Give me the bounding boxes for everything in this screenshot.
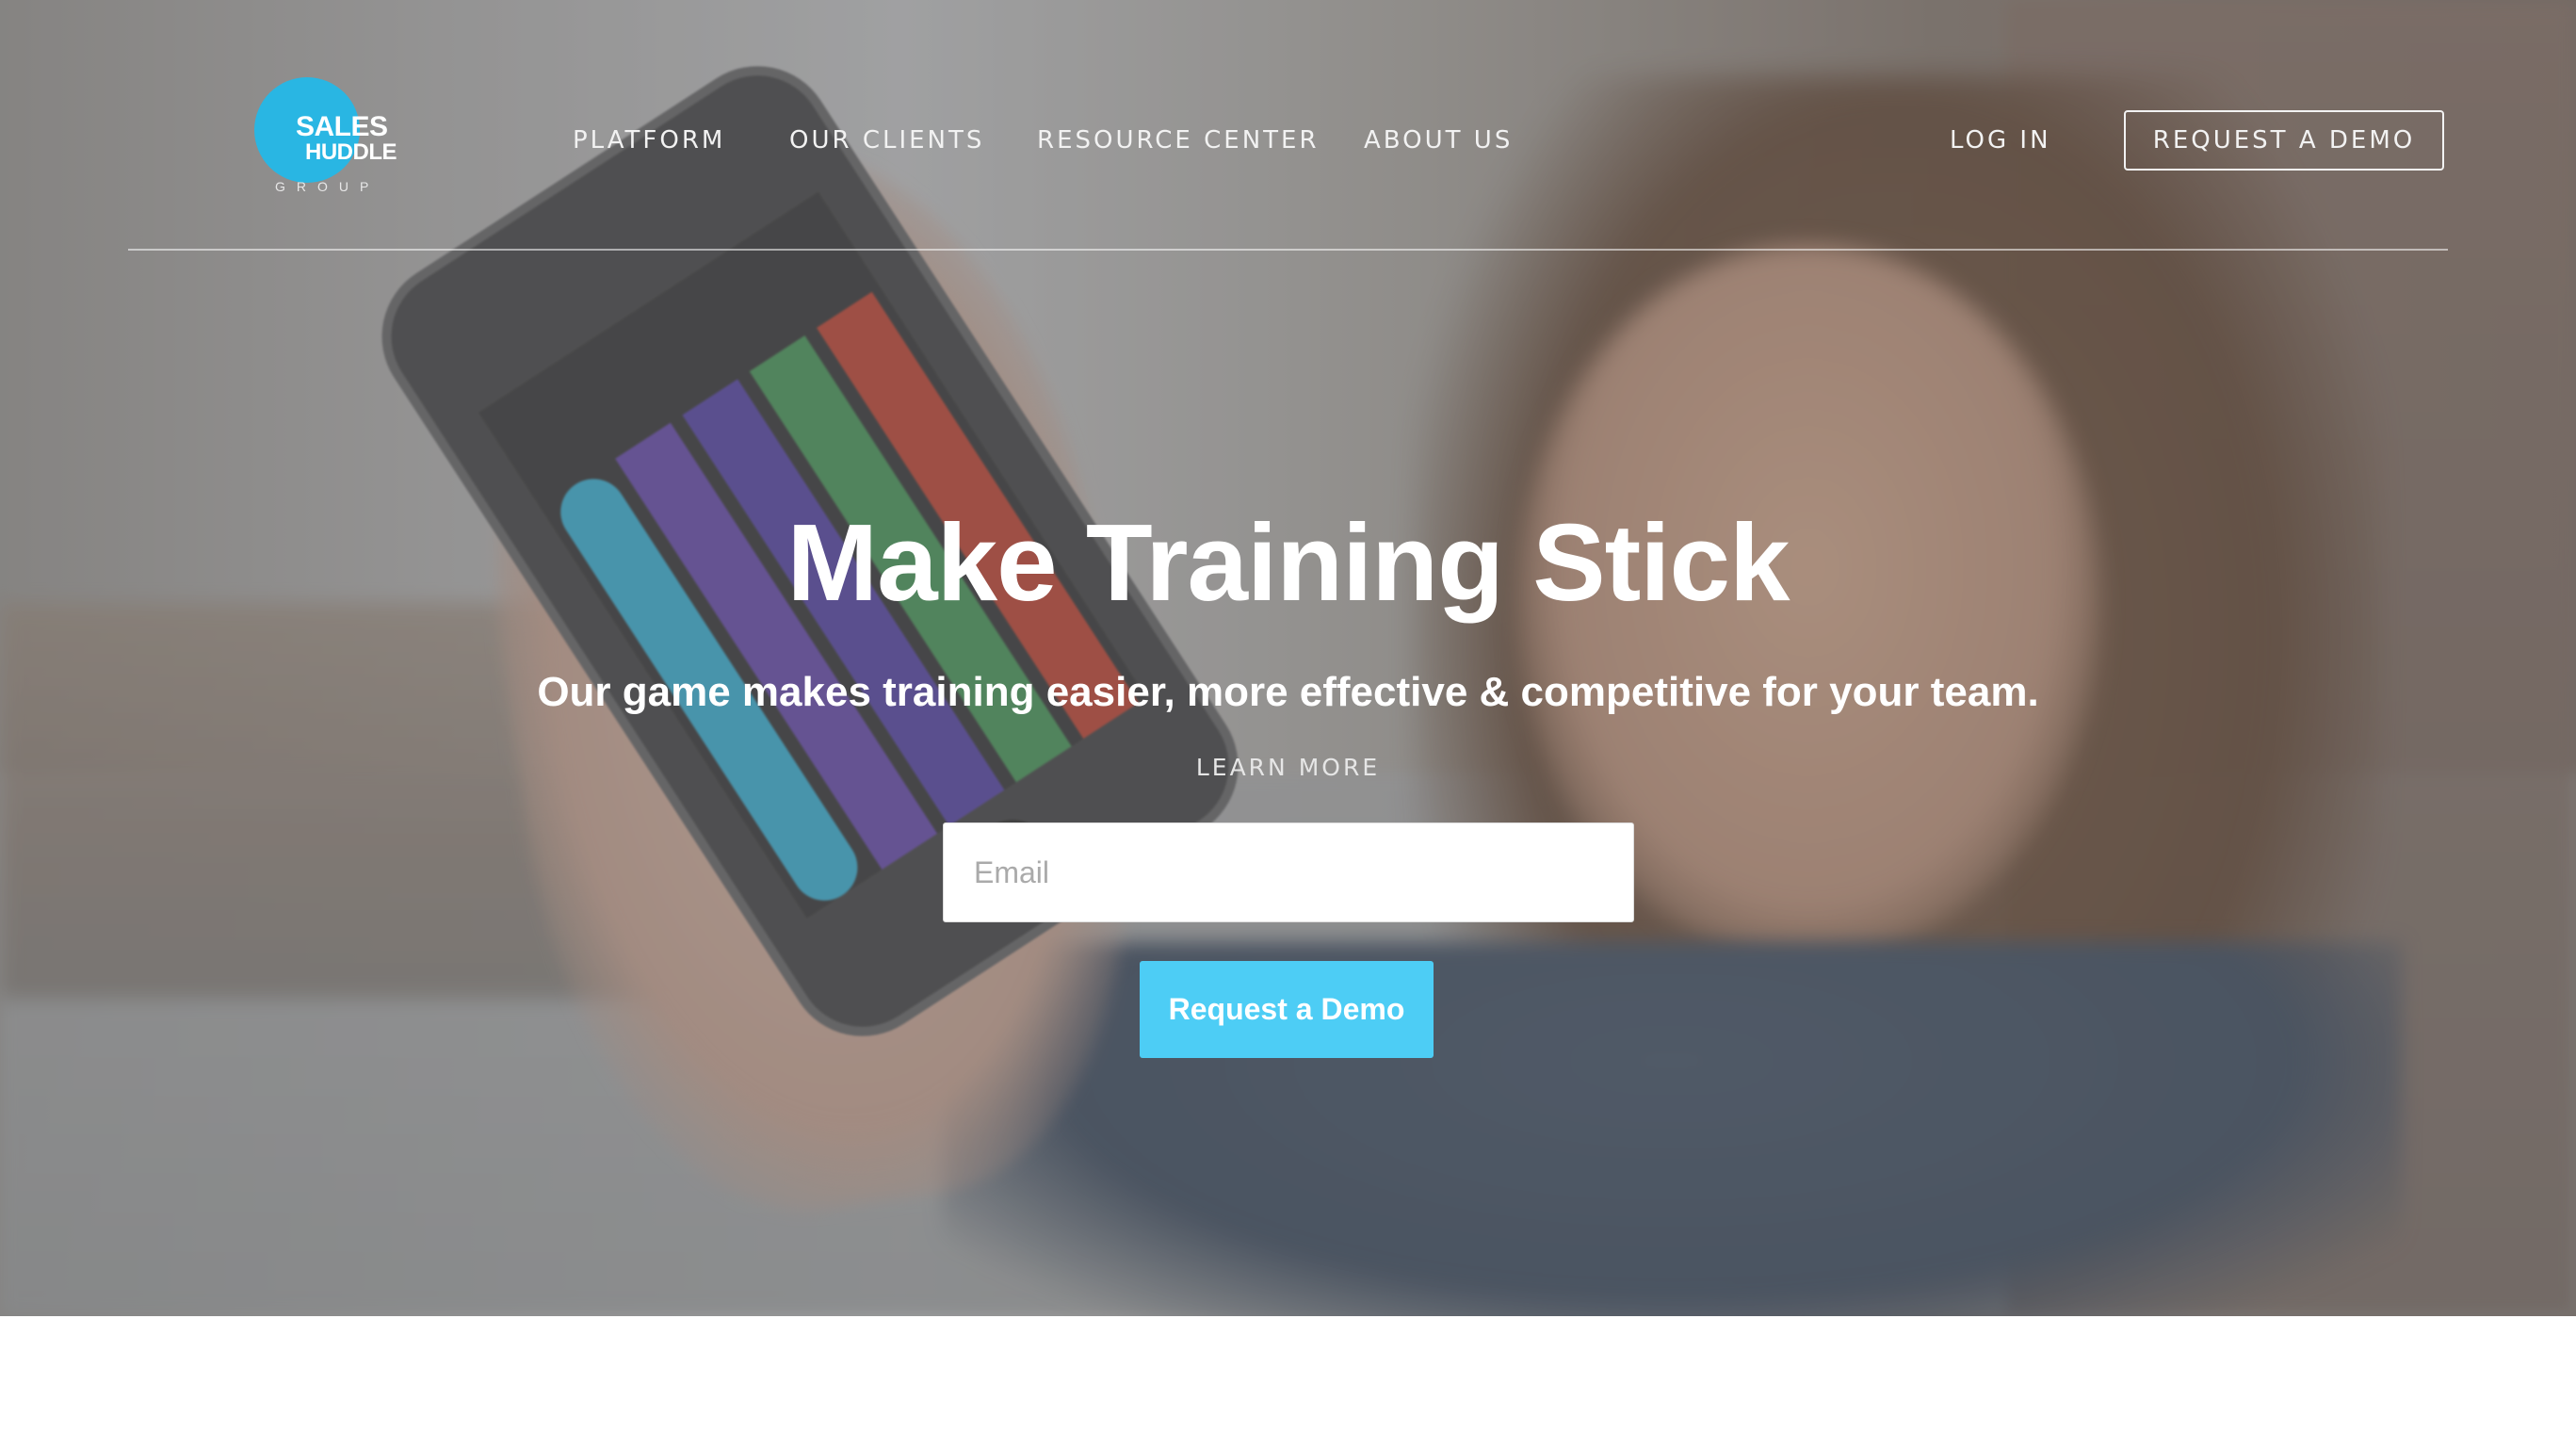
learn-more-link[interactable]: LEARN MORE bbox=[0, 754, 2576, 781]
hero-section: SALES HUDDLE GROUP PLATFORM OUR CLIENTS … bbox=[0, 0, 2576, 1316]
sales-huddle-logo[interactable]: SALES HUDDLE GROUP bbox=[254, 77, 397, 200]
logo-line-group: GROUP bbox=[275, 179, 381, 194]
nav-item-about-us[interactable]: ABOUT US bbox=[1364, 126, 1513, 155]
below-hero-section bbox=[0, 1316, 2576, 1449]
hero-subtitle: Our game makes training easier, more eff… bbox=[537, 669, 2039, 715]
logo-line-huddle: HUDDLE bbox=[305, 139, 397, 165]
login-link[interactable]: LOG IN bbox=[1950, 126, 2051, 155]
nav-item-our-clients[interactable]: OUR CLIENTS bbox=[789, 126, 984, 155]
nav-item-platform[interactable]: PLATFORM bbox=[573, 126, 725, 155]
email-input[interactable] bbox=[943, 822, 1634, 922]
nav-item-resource-center[interactable]: RESOURCE CENTER bbox=[1037, 126, 1320, 155]
logo-line-sales: SALES bbox=[296, 111, 388, 142]
request-demo-header-button[interactable]: REQUEST A DEMO bbox=[2124, 110, 2444, 171]
hero-title: Make Training Stick bbox=[786, 501, 1790, 624]
header-divider bbox=[128, 249, 2448, 251]
request-demo-button[interactable]: Request a Demo bbox=[1140, 961, 1434, 1058]
logo-wordmark: SALES HUDDLE bbox=[296, 113, 397, 164]
